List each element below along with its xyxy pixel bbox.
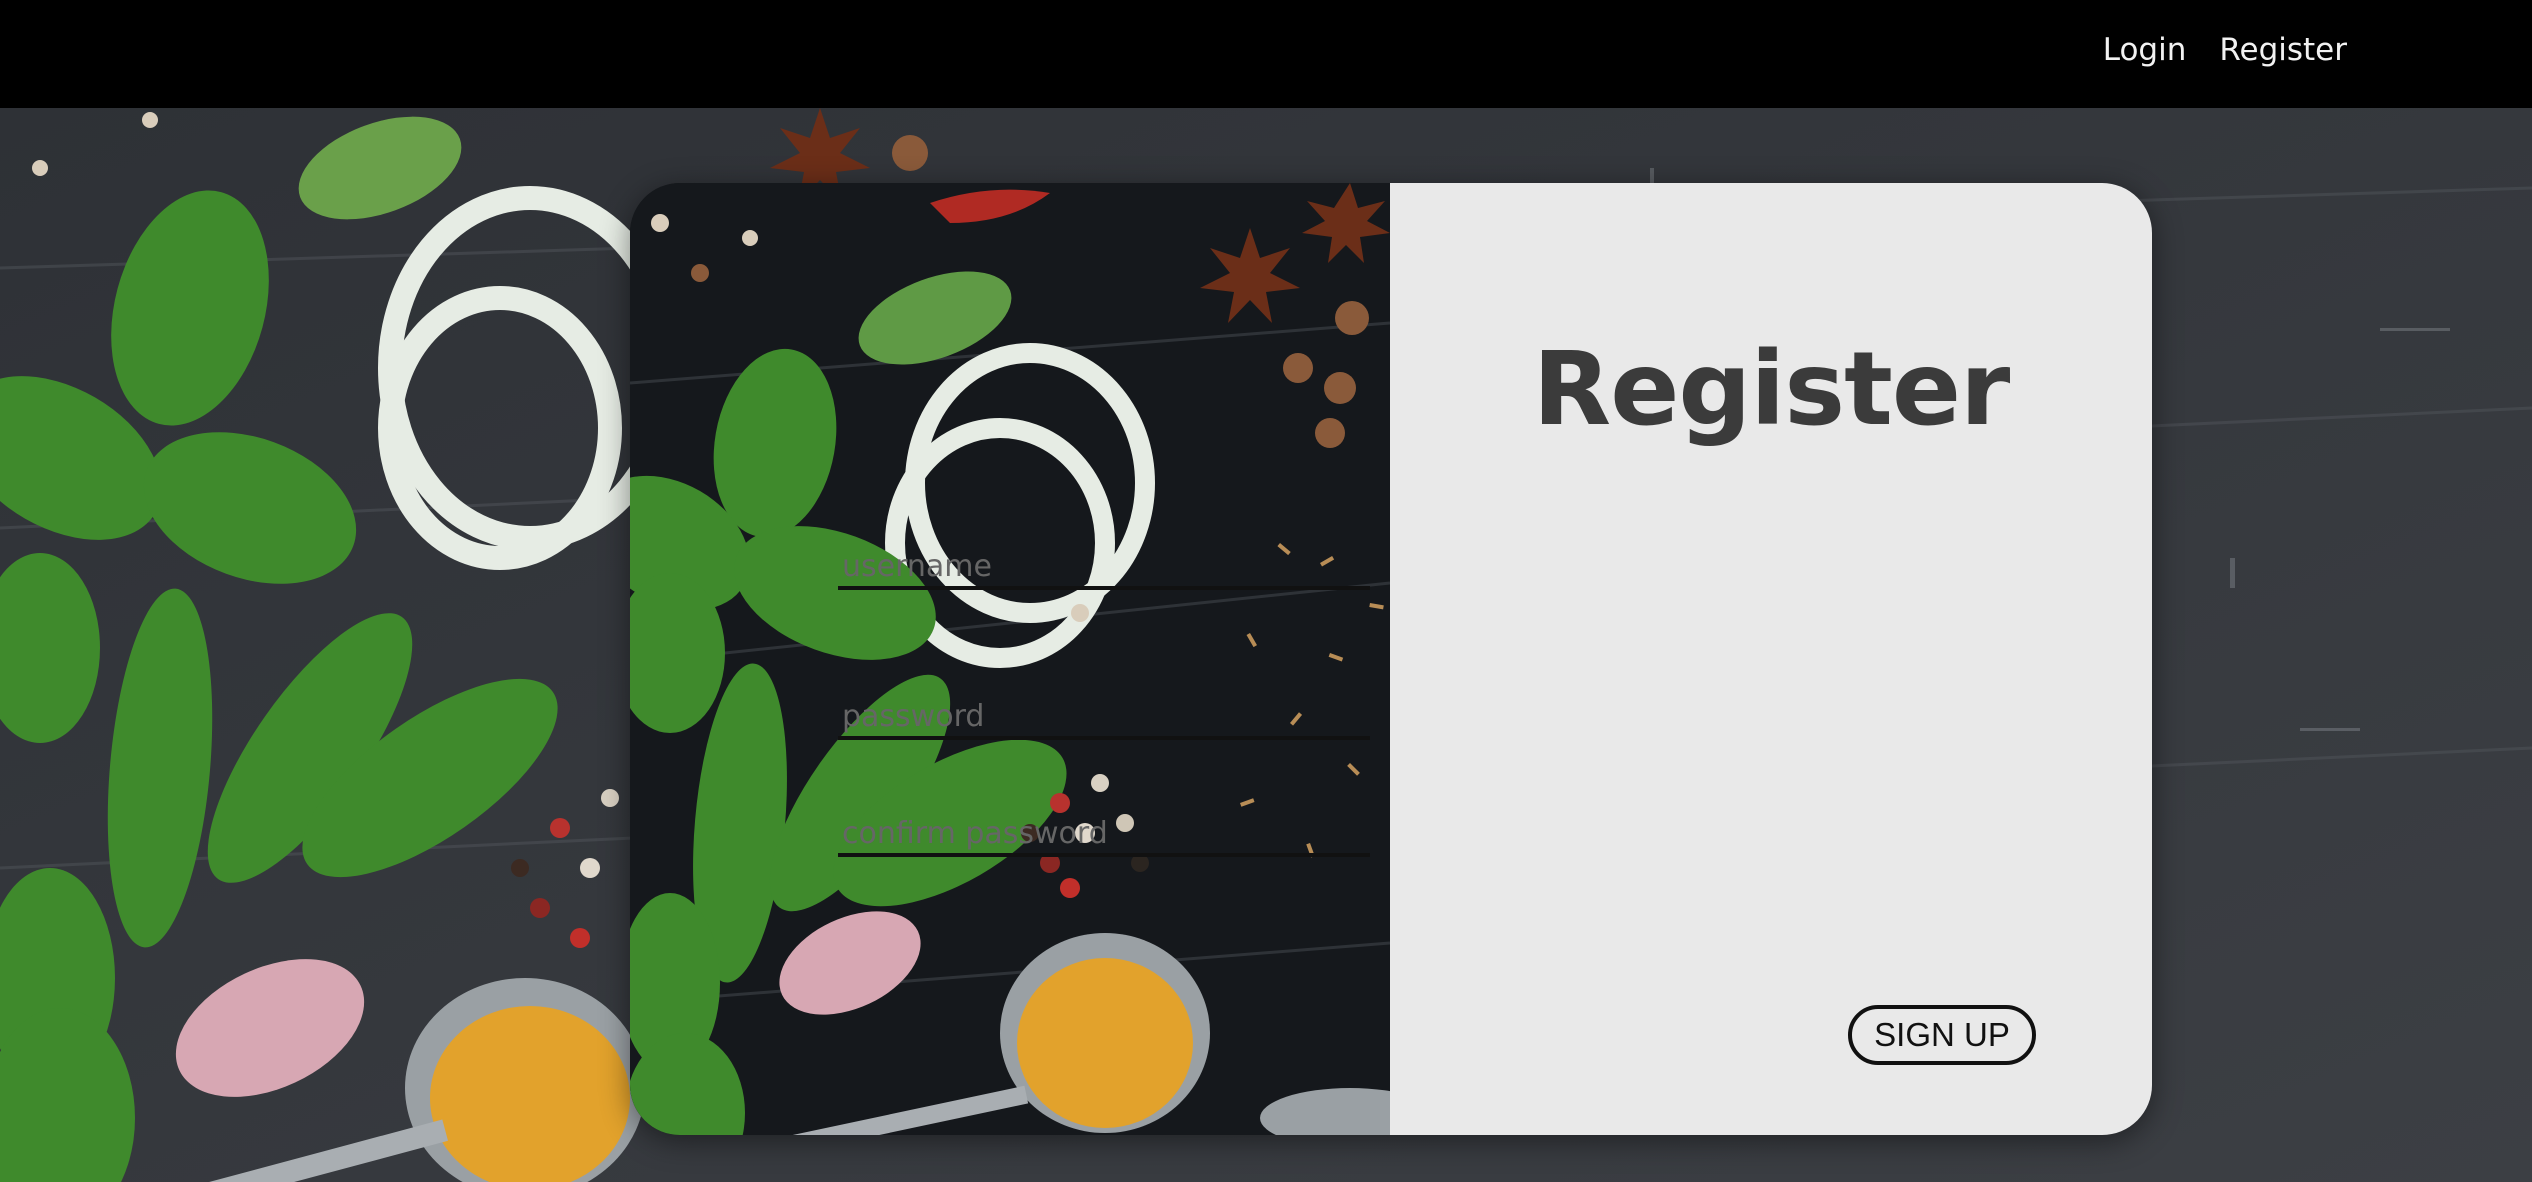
confirm-password-input[interactable] (838, 813, 1370, 857)
register-page: Login Register Register username SIGN UP (0, 0, 2532, 1182)
spices-photo-icon (630, 183, 1390, 1135)
password-input[interactable] (838, 696, 1370, 740)
username-input[interactable] (838, 546, 1370, 590)
nav-login-link[interactable]: Login (2103, 32, 2187, 68)
spices-hero-image (630, 183, 1390, 1135)
register-title: Register (1532, 330, 2011, 449)
top-navbar: Login Register (0, 0, 2532, 108)
sign-up-button[interactable]: SIGN UP (1848, 1005, 2036, 1065)
nav-register-link[interactable]: Register (2219, 32, 2347, 68)
nav-links: Login Register (2103, 32, 2347, 68)
register-form-panel (1390, 183, 2152, 1135)
register-card (630, 183, 2152, 1135)
